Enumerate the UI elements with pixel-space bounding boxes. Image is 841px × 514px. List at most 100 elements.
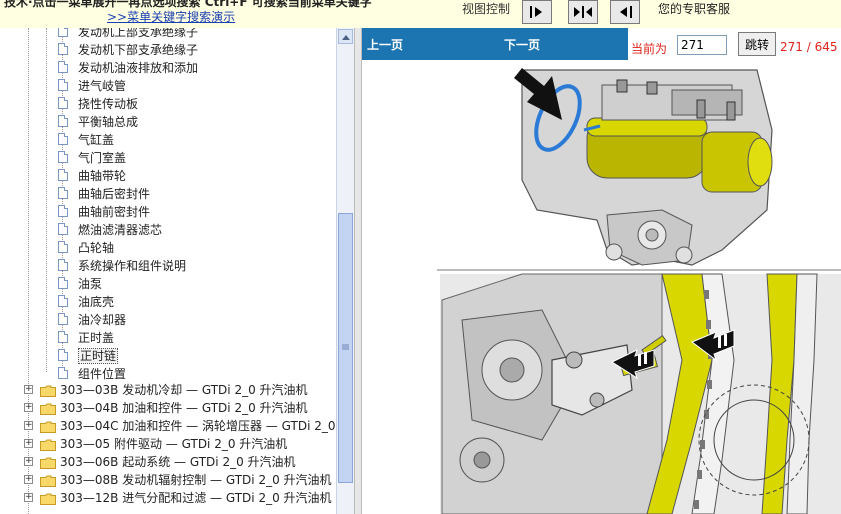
tree-item[interactable]: 气缸盖	[0, 131, 336, 149]
tree-item-label: 正时盖	[78, 331, 115, 345]
search-demo-link[interactable]: >>菜单关键字搜索演示	[107, 8, 235, 25]
tree-item-label: 气门室盖	[78, 151, 127, 165]
document-icon	[58, 349, 68, 361]
tree-item[interactable]: 正时链	[0, 347, 336, 365]
tree-item[interactable]: +303—04C 加油和控件 — 涡轮增压器 — GTDi 2_0	[0, 417, 336, 435]
document-icon	[58, 79, 68, 91]
expand-left-button[interactable]	[610, 0, 640, 24]
document-icon	[58, 313, 68, 325]
service-label: 您的专职客服	[658, 2, 731, 16]
pane-splitter[interactable]	[354, 28, 362, 514]
tree-item-label: 曲轴带轮	[78, 169, 127, 183]
expand-right-button[interactable]	[522, 0, 552, 24]
tree-item[interactable]: 曲轴后密封件	[0, 185, 336, 203]
arrow-left-icon	[620, 6, 632, 18]
tree-item-label: 平衡轴总成	[78, 115, 139, 129]
page-number-input[interactable]	[677, 35, 727, 55]
tree-item[interactable]: 正时盖	[0, 329, 336, 347]
folder-icon	[40, 492, 56, 505]
tree-item[interactable]: 燃油滤清器滤芯	[0, 221, 336, 239]
chain-guide-figure	[440, 273, 841, 514]
navigation-tree: 发动机上部支承绝缘子发动机下部支承绝缘子发动机油液排放和添加 进气岐管挠性传动板平…	[0, 28, 336, 514]
grip-icon	[342, 344, 349, 350]
folder-icon	[40, 420, 56, 433]
document-icon	[58, 61, 68, 73]
expand-plus-icon[interactable]: +	[24, 439, 33, 448]
top-toolbar: 技术·点击一菜单展开一再点选项搜索 Ctrl+F 可搜索当前菜单关键字 >>菜单…	[0, 0, 841, 29]
tree-item-label: 挠性传动板	[78, 97, 139, 111]
tree-folder-label: 303—04C 加油和控件 — 涡轮增压器 — GTDi 2_0	[60, 419, 336, 433]
tree-item[interactable]: 凸轮轴	[0, 239, 336, 257]
tree-item[interactable]: 发动机上部支承绝缘子	[0, 28, 336, 41]
document-icon	[58, 43, 68, 55]
tree-item[interactable]: +303—12B 进气分配和过滤 — GTDi 2_0 升汽油机	[0, 489, 336, 507]
scroll-thumb[interactable]	[338, 213, 353, 483]
document-icon	[58, 241, 68, 253]
jump-button[interactable]: 跳转	[738, 32, 776, 56]
tree-item[interactable]: 气门室盖	[0, 149, 336, 167]
expand-plus-icon[interactable]: +	[24, 493, 33, 502]
tree-item-label: 油底壳	[78, 295, 115, 309]
expand-plus-icon[interactable]: +	[24, 403, 33, 412]
document-icon	[58, 367, 68, 379]
tree-item[interactable]: 系统操作和组件说明	[0, 257, 336, 275]
tree-item-label: 曲轴后密封件	[78, 187, 151, 201]
document-icon	[58, 223, 68, 235]
folder-icon	[40, 456, 56, 469]
tree-item[interactable]: +303—03B 发动机冷却 — GTDi 2_0 升汽油机	[0, 381, 336, 399]
tree-folder-label: 303—12B 进气分配和过滤 — GTDi 2_0 升汽油机	[60, 491, 332, 505]
tree-item[interactable]: +303—08B 发动机辐射控制 — GTDi 2_0 升汽油机	[0, 471, 336, 489]
tree-item-label: 凸轮轴	[78, 241, 115, 255]
document-icon	[58, 133, 68, 145]
tree-folder-label: 303—03B 发动机冷却 — GTDi 2_0 升汽油机	[60, 383, 308, 397]
tree-item[interactable]: 发动机下部支承绝缘子	[0, 41, 336, 59]
view-control-label: 视图控制	[462, 2, 511, 16]
document-icon	[58, 331, 68, 343]
expand-plus-icon[interactable]: +	[24, 475, 33, 484]
scroll-up-button[interactable]	[338, 29, 353, 44]
tree-item[interactable]: 挠性传动板	[0, 95, 336, 113]
document-icon	[58, 187, 68, 199]
page-jump-box: 当前为 跳转 271 / 645	[628, 28, 841, 60]
document-viewer: 上一页 下一页 当前为 跳转 271 / 645	[362, 28, 841, 514]
tree-item[interactable]: 油泵	[0, 275, 336, 293]
tree-item[interactable]: 曲轴带轮	[0, 167, 336, 185]
tree-item[interactable]: 曲轴前密封件	[0, 203, 336, 221]
tree-item[interactable]: 发动机油液排放和添加	[0, 59, 336, 77]
page-count: 271 / 645	[780, 40, 838, 54]
expand-plus-icon[interactable]: +	[24, 421, 33, 430]
arrow-right-icon	[530, 6, 542, 18]
document-icon	[58, 151, 68, 163]
folder-icon	[40, 474, 56, 487]
tree-scrollbar[interactable]	[336, 28, 354, 514]
split-view-button[interactable]	[568, 0, 598, 24]
tensioner-figure	[514, 68, 773, 266]
document-icon	[58, 205, 68, 217]
next-page-link[interactable]: 下一页	[504, 36, 540, 53]
tree-item-label: 系统操作和组件说明	[78, 259, 187, 273]
tree-item[interactable]: 油底壳	[0, 293, 336, 311]
timing-chain-illustration	[437, 68, 841, 514]
tree-item-label: 进气岐管	[78, 79, 127, 93]
tree-item[interactable]: +303—06B 起动系统 — GTDi 2_0 升汽油机	[0, 453, 336, 471]
page-nav-bar: 上一页 下一页 当前为 跳转 271 / 645	[362, 28, 841, 60]
tree-item-label: 发动机油液排放和添加	[78, 61, 199, 75]
tree-item-label: 油冷却器	[78, 313, 127, 327]
tree-item[interactable]: 平衡轴总成	[0, 113, 336, 131]
tree-item[interactable]: 油冷却器	[0, 311, 336, 329]
current-page-label: 当前为	[631, 42, 668, 56]
folder-icon	[40, 438, 56, 451]
expand-plus-icon[interactable]: +	[24, 457, 33, 466]
document-icon	[58, 169, 68, 181]
tree-folder-label: 303—05 附件驱动 — GTDi 2_0 升汽油机	[60, 437, 288, 451]
tree-item-label: 气缸盖	[78, 133, 115, 147]
prev-page-link[interactable]: 上一页	[367, 36, 403, 53]
expand-plus-icon[interactable]: +	[24, 385, 33, 394]
document-icon	[58, 295, 68, 307]
tree-item[interactable]: 进气岐管	[0, 77, 336, 95]
tree-item-label: 发动机上部支承绝缘子	[78, 28, 199, 39]
folder-icon	[40, 402, 56, 415]
tree-item-label: 正时链	[78, 348, 119, 364]
tree-item[interactable]: +303—04B 加油和控件 — GTDi 2_0 升汽油机	[0, 399, 336, 417]
tree-item[interactable]: +303—05 附件驱动 — GTDi 2_0 升汽油机	[0, 435, 336, 453]
